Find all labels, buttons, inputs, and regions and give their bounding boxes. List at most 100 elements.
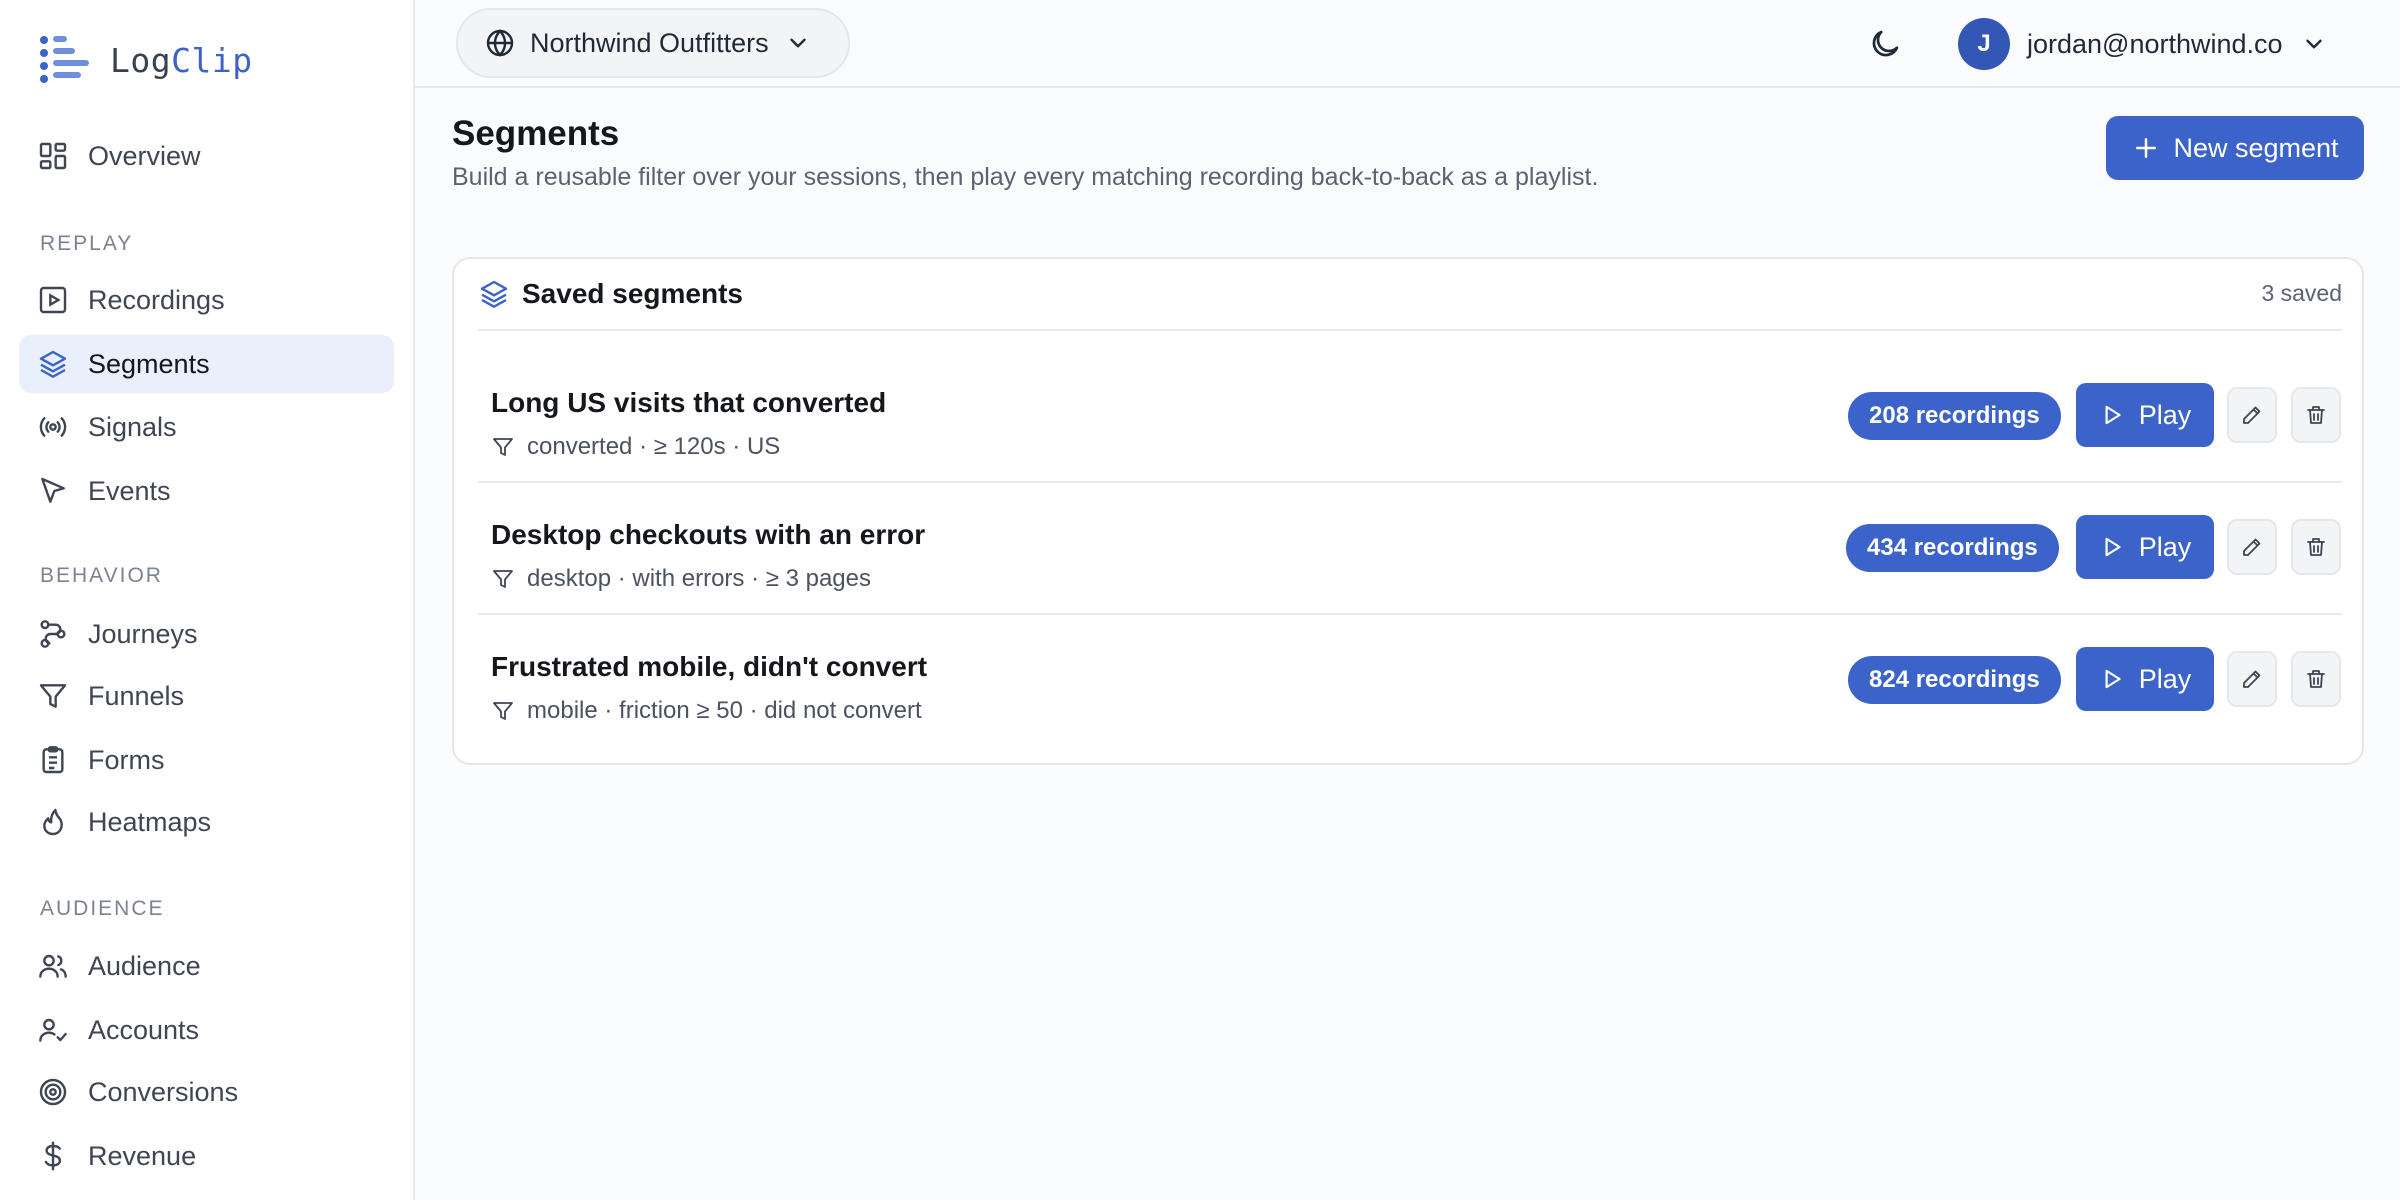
edit-segment-button[interactable] [2227,519,2277,575]
chevron-down-icon [2305,39,2322,49]
org-switcher[interactable]: Northwind Outfitters [456,8,850,78]
sidebar-item-revenue[interactable]: Revenue [19,1127,394,1185]
globe-icon [486,29,514,57]
logo-text-log: Log [110,40,172,80]
recordings-count-badge: 824 recordings [1848,656,2061,704]
edit-segment-button[interactable] [2227,651,2277,707]
sidebar-item-journeys[interactable]: Journeys [19,605,394,663]
segment-filter-text: desktop · with errors · ≥ 3 pages [527,565,871,592]
funnel-icon [36,679,70,713]
sidebar-item-label: Journeys [88,618,198,649]
cursor-pointer-icon [36,474,70,508]
page-description: Build a reusable filter over your sessio… [452,163,1599,191]
play-icon [2105,537,2121,557]
delete-segment-button[interactable] [2291,519,2341,575]
topbar: Northwind Outfitters J jordan@northwind.… [415,0,2400,88]
org-name: Northwind Outfitters [530,27,769,58]
play-segment-button[interactable]: Play [2076,515,2214,579]
segment-row: Long US visits that converted converted … [478,351,2342,483]
trash-icon [2307,670,2325,688]
main-content: Northwind Outfitters J jordan@northwind.… [415,0,2400,1200]
segment-filter-text: converted · ≥ 120s · US [527,433,781,460]
segment-filter: mobile · friction ≥ 50 · did not convert [491,697,922,725]
page-title: Segments [452,114,620,153]
sidebar-item-label: Overview [88,140,201,171]
sidebar-item-label: Revenue [88,1140,197,1171]
pencil-icon [2243,406,2261,424]
sidebar-item-signals[interactable]: Signals [19,398,394,456]
funnel-icon [493,570,513,588]
new-segment-button[interactable]: New segment [2106,116,2364,180]
sidebar-item-segments[interactable]: Segments [19,335,394,393]
users-icon [36,949,70,983]
user-email: jordan@northwind.co [2027,28,2283,59]
play-label: Play [2138,531,2192,562]
moon-icon[interactable] [1867,26,1903,62]
broadcast-icon [36,410,70,444]
route-icon [36,617,70,651]
funnel-icon [493,438,513,456]
section-label-audience: AUDIENCE [40,897,165,920]
play-label: Play [2138,399,2192,430]
segment-name: Long US visits that converted [491,387,887,418]
pencil-icon [2243,538,2261,556]
sidebar-item-conversions[interactable]: Conversions [19,1063,394,1121]
segment-filter: desktop · with errors · ≥ 3 pages [491,565,871,593]
card-header: Saved segments 3 saved [478,259,2342,331]
segment-filter-text: mobile · friction ≥ 50 · did not convert [527,697,922,724]
sidebar: LogClip Overview REPLAY Recordings Segme… [0,0,415,1200]
layers-icon [480,280,508,308]
sidebar-item-audience[interactable]: Audience [19,937,394,995]
card-title: Saved segments [522,278,743,309]
sidebar-item-label: Audience [88,950,201,981]
sidebar-item-accounts[interactable]: Accounts [19,1001,394,1059]
new-segment-label: New segment [2173,132,2339,163]
segment-name: Desktop checkouts with an error [491,519,926,550]
clipboard-icon [36,743,70,777]
user-menu[interactable]: J jordan@northwind.co [1958,18,2327,70]
funnel-icon [493,702,513,720]
play-segment-button[interactable]: Play [2076,647,2214,711]
saved-count: 3 saved [2261,280,2342,306]
play-square-icon [36,283,70,317]
logo-icon [40,36,89,83]
flame-icon [36,805,70,839]
sidebar-item-label: Recordings [88,284,225,315]
section-label-behavior: BEHAVIOR [40,564,163,587]
plus-icon [2136,138,2157,158]
play-segment-button[interactable]: Play [2076,383,2214,447]
play-icon [2105,405,2121,425]
target-icon [36,1075,70,1109]
sidebar-item-label: Accounts [88,1014,200,1045]
edit-segment-button[interactable] [2227,387,2277,443]
sidebar-item-label: Conversions [88,1076,239,1107]
sidebar-item-heatmaps[interactable]: Heatmaps [19,793,394,851]
logo[interactable]: LogClip [38,34,253,86]
play-label: Play [2138,663,2192,694]
sidebar-item-events[interactable]: Events [19,462,394,520]
sidebar-item-overview[interactable]: Overview [19,127,394,185]
segment-row: Desktop checkouts with an error desktop … [478,483,2342,615]
avatar: J [1958,18,2010,70]
play-icon [2105,669,2121,689]
sidebar-item-label: Forms [88,744,165,775]
sidebar-item-funnels[interactable]: Funnels [19,667,394,725]
sidebar-item-label: Heatmaps [88,806,212,837]
sidebar-item-label: Funnels [88,680,185,711]
sidebar-item-label: Segments [88,348,210,379]
sidebar-item-recordings[interactable]: Recordings [19,271,394,329]
pencil-icon [2243,670,2261,688]
segment-row: Frustrated mobile, didn't convert mobile… [478,615,2342,747]
app-root: LogClip Overview REPLAY Recordings Segme… [0,0,2400,1200]
logo-text: LogClip [110,41,253,80]
delete-segment-button[interactable] [2291,651,2341,707]
segment-filter: converted · ≥ 120s · US [491,433,780,461]
layers-icon [36,347,70,381]
recordings-count-badge: 208 recordings [1848,392,2061,440]
sidebar-item-forms[interactable]: Forms [19,731,394,789]
chevron-down-icon [789,38,806,48]
logo-text-clip: Clip [171,40,253,80]
delete-segment-button[interactable] [2291,387,2341,443]
dashboard-icon [36,139,70,173]
trash-icon [2307,538,2325,556]
